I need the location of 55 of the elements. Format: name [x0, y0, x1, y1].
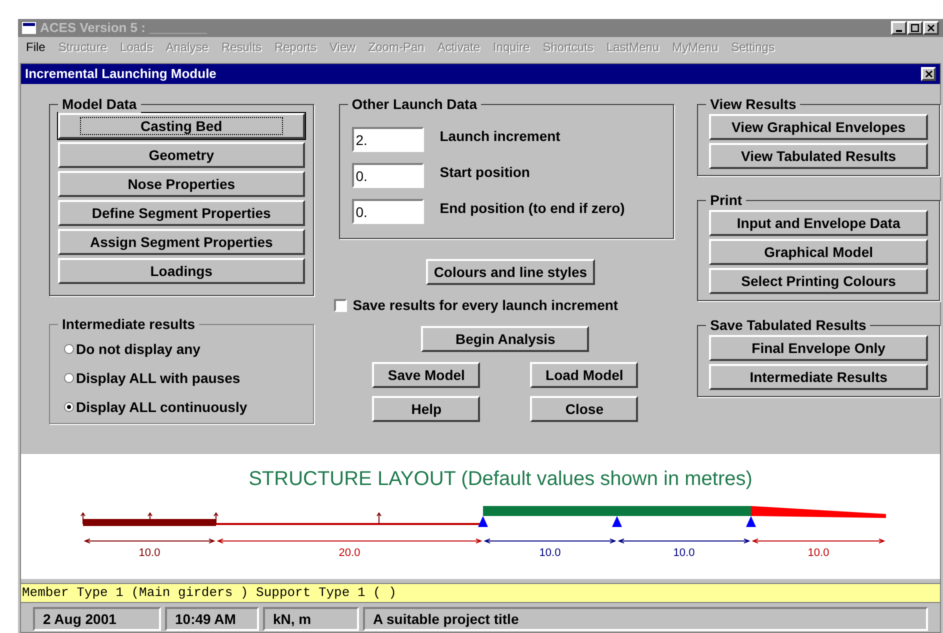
maximize-button[interactable] — [907, 21, 923, 35]
close-button[interactable] — [921, 67, 936, 81]
dimension-label: 20.0 — [338, 547, 360, 559]
radio-option[interactable]: Display ALL continuously — [64, 397, 313, 417]
close-icon — [924, 70, 932, 78]
app-icon — [22, 22, 36, 34]
status-panel: kN, m — [263, 607, 359, 631]
info-text: Member Type 1 (Main girders ) Support Type 1 ( ) — [22, 584, 396, 602]
dialog-button[interactable]: View Graphical Envelopes — [709, 114, 928, 140]
close-icon — [927, 24, 935, 32]
radio-button[interactable] — [64, 344, 74, 354]
dialog-button[interactable]: Assign Segment Properties — [58, 229, 305, 255]
dimension-label: 10.0 — [539, 547, 561, 559]
field-label: End position (to end if zero) — [440, 199, 625, 218]
dialog-button[interactable]: Input and Envelope Data — [709, 210, 928, 236]
input-field[interactable]: 2. — [352, 127, 424, 152]
dialog-button[interactable]: Load Model — [530, 362, 638, 388]
maximize-icon — [911, 24, 919, 32]
radio-button[interactable] — [64, 373, 74, 383]
radio-button[interactable] — [64, 402, 74, 412]
minimize-button[interactable] — [891, 21, 907, 35]
dialog-button[interactable]: Select Printing Colours — [709, 268, 928, 294]
menu-item[interactable]: File — [26, 38, 46, 56]
dialog-button[interactable]: Loadings — [58, 258, 305, 284]
dialog-button[interactable]: Define Segment Properties — [58, 200, 305, 226]
dialog-button[interactable]: Begin Analysis — [421, 326, 590, 352]
radio-option[interactable]: Do not display any — [64, 339, 313, 359]
dialog-button[interactable]: Help — [372, 396, 480, 422]
dialog-button[interactable]: Final Envelope Only — [709, 335, 928, 361]
radio-option[interactable]: Display ALL with pauses — [64, 368, 313, 388]
dimension-label: 10.0 — [673, 547, 695, 559]
dialog-button[interactable]: Intermediate Results — [709, 364, 928, 390]
dimension-label: 10.0 — [138, 547, 160, 559]
dialog-title: Incremental Launching Module — [25, 65, 216, 84]
dialog-button[interactable]: Geometry — [58, 142, 305, 168]
status-panel: 2 Aug 2001 — [33, 607, 161, 631]
input-field[interactable]: 0. — [352, 199, 424, 224]
layout-title: STRUCTURE LAYOUT (Default values shown in metres) — [248, 467, 754, 492]
status-panel: A suitable project title — [363, 607, 928, 631]
dialog-button[interactable]: Close — [530, 396, 638, 422]
checkbox-option[interactable]: Save results for every launch increment — [334, 295, 618, 316]
dialog-button[interactable]: Graphical Model — [709, 239, 928, 265]
dialog-button[interactable]: Casting Bed — [58, 113, 305, 139]
close-button[interactable] — [923, 21, 939, 35]
dialog-button[interactable]: Nose Properties — [58, 171, 305, 197]
dialog-button[interactable]: Colours and line styles — [426, 259, 596, 285]
window-title: ACES Version 5 : ________ — [40, 19, 207, 38]
field-label: Start position — [440, 163, 530, 182]
input-field[interactable]: 0. — [352, 163, 424, 188]
checkbox[interactable] — [334, 299, 347, 312]
dimension-label: 10.0 — [808, 547, 830, 559]
dialog-button[interactable]: Save Model — [372, 362, 480, 388]
field-label: Launch increment — [440, 127, 560, 146]
status-panel: 10:49 AM — [165, 607, 259, 631]
dialog-button[interactable]: View Tabulated Results — [709, 143, 928, 169]
